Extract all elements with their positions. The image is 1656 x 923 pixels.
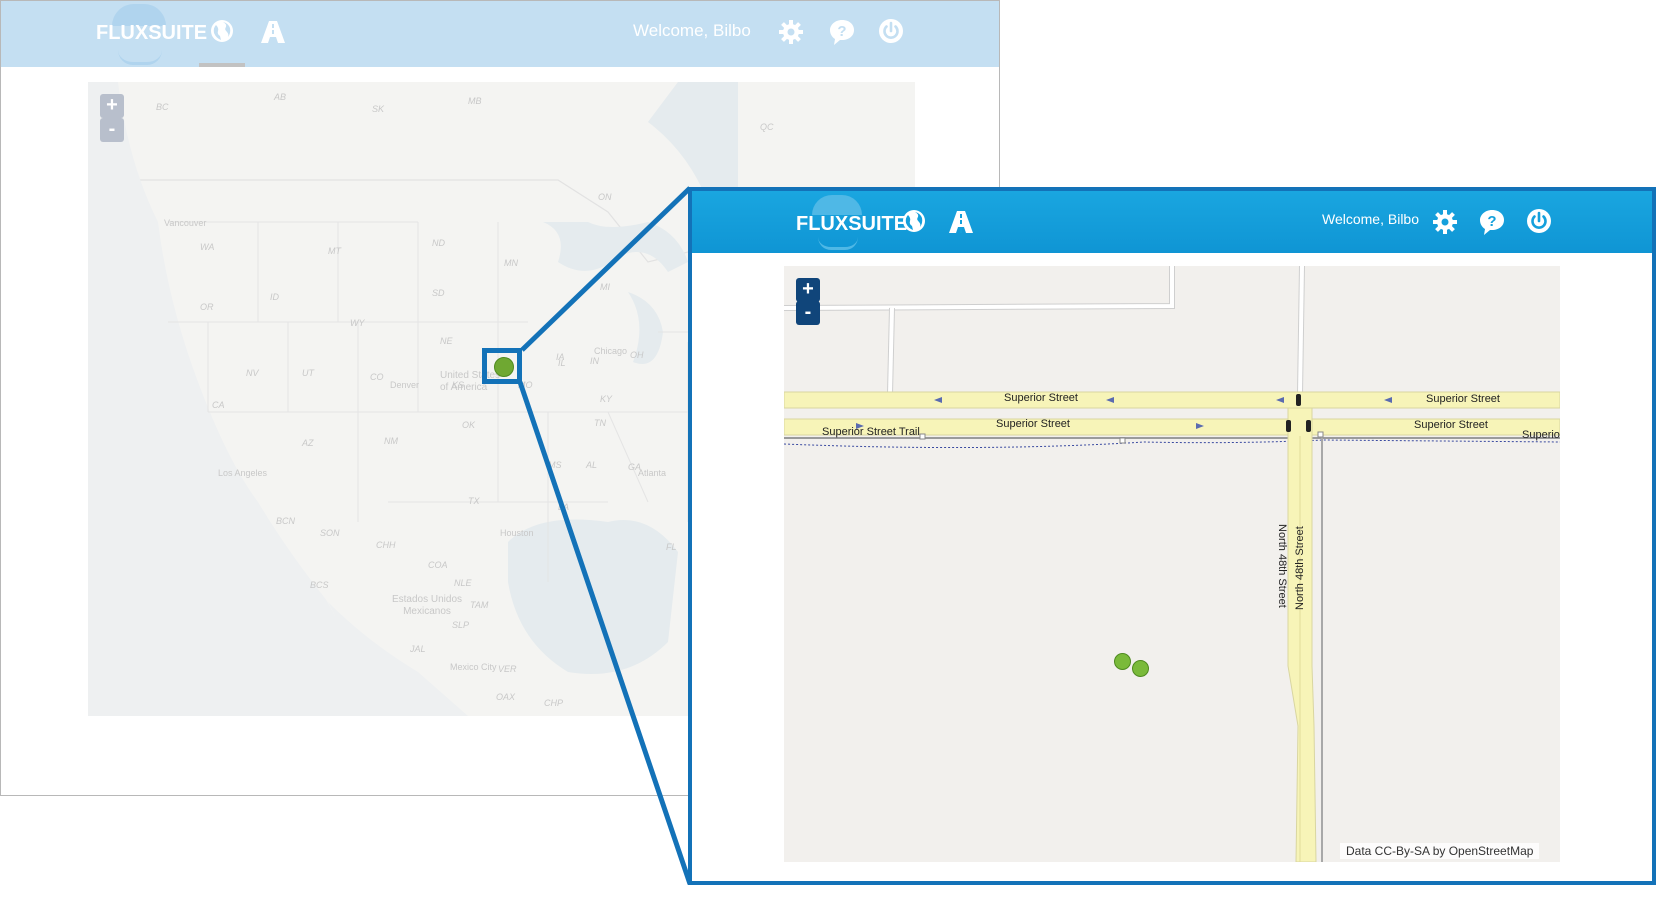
- road-icon[interactable]: [948, 209, 974, 235]
- street-label: Superior Street: [1414, 419, 1488, 431]
- welcome-text: Welcome, Bilbo: [1322, 211, 1420, 227]
- zoom-in-button[interactable]: +: [796, 278, 820, 302]
- street-label: North 48th Street: [1294, 526, 1306, 610]
- detail-map-tiles: [784, 266, 1560, 862]
- street-label: Superior Street: [1004, 392, 1078, 404]
- street-label: Superior Street: [996, 418, 1070, 430]
- street-label: Superio: [1522, 429, 1560, 441]
- detail-map[interactable]: Superior Street Superior Street Superior…: [784, 266, 1560, 862]
- street-label: Superior Street Trail: [822, 426, 920, 438]
- site-marker[interactable]: [1132, 660, 1149, 677]
- detail-window: FLUXSUITE Welcome, Bilbo ? Superior Stre…: [688, 187, 1656, 885]
- help-icon[interactable]: ?: [1478, 208, 1506, 236]
- street-label: Superior Street: [1426, 393, 1500, 405]
- app-logo[interactable]: FLUXSUITE: [796, 213, 907, 236]
- power-icon[interactable]: [1526, 208, 1552, 234]
- street-label: North 48th Street: [1276, 524, 1288, 608]
- site-marker[interactable]: [1114, 653, 1131, 670]
- svg-text:?: ?: [1487, 213, 1496, 230]
- gear-icon[interactable]: [1432, 209, 1458, 235]
- map-attribution[interactable]: Data CC-By-SA by OpenStreetMap: [1340, 843, 1540, 859]
- globe-icon[interactable]: [902, 209, 926, 233]
- zoom-out-button[interactable]: -: [796, 301, 820, 325]
